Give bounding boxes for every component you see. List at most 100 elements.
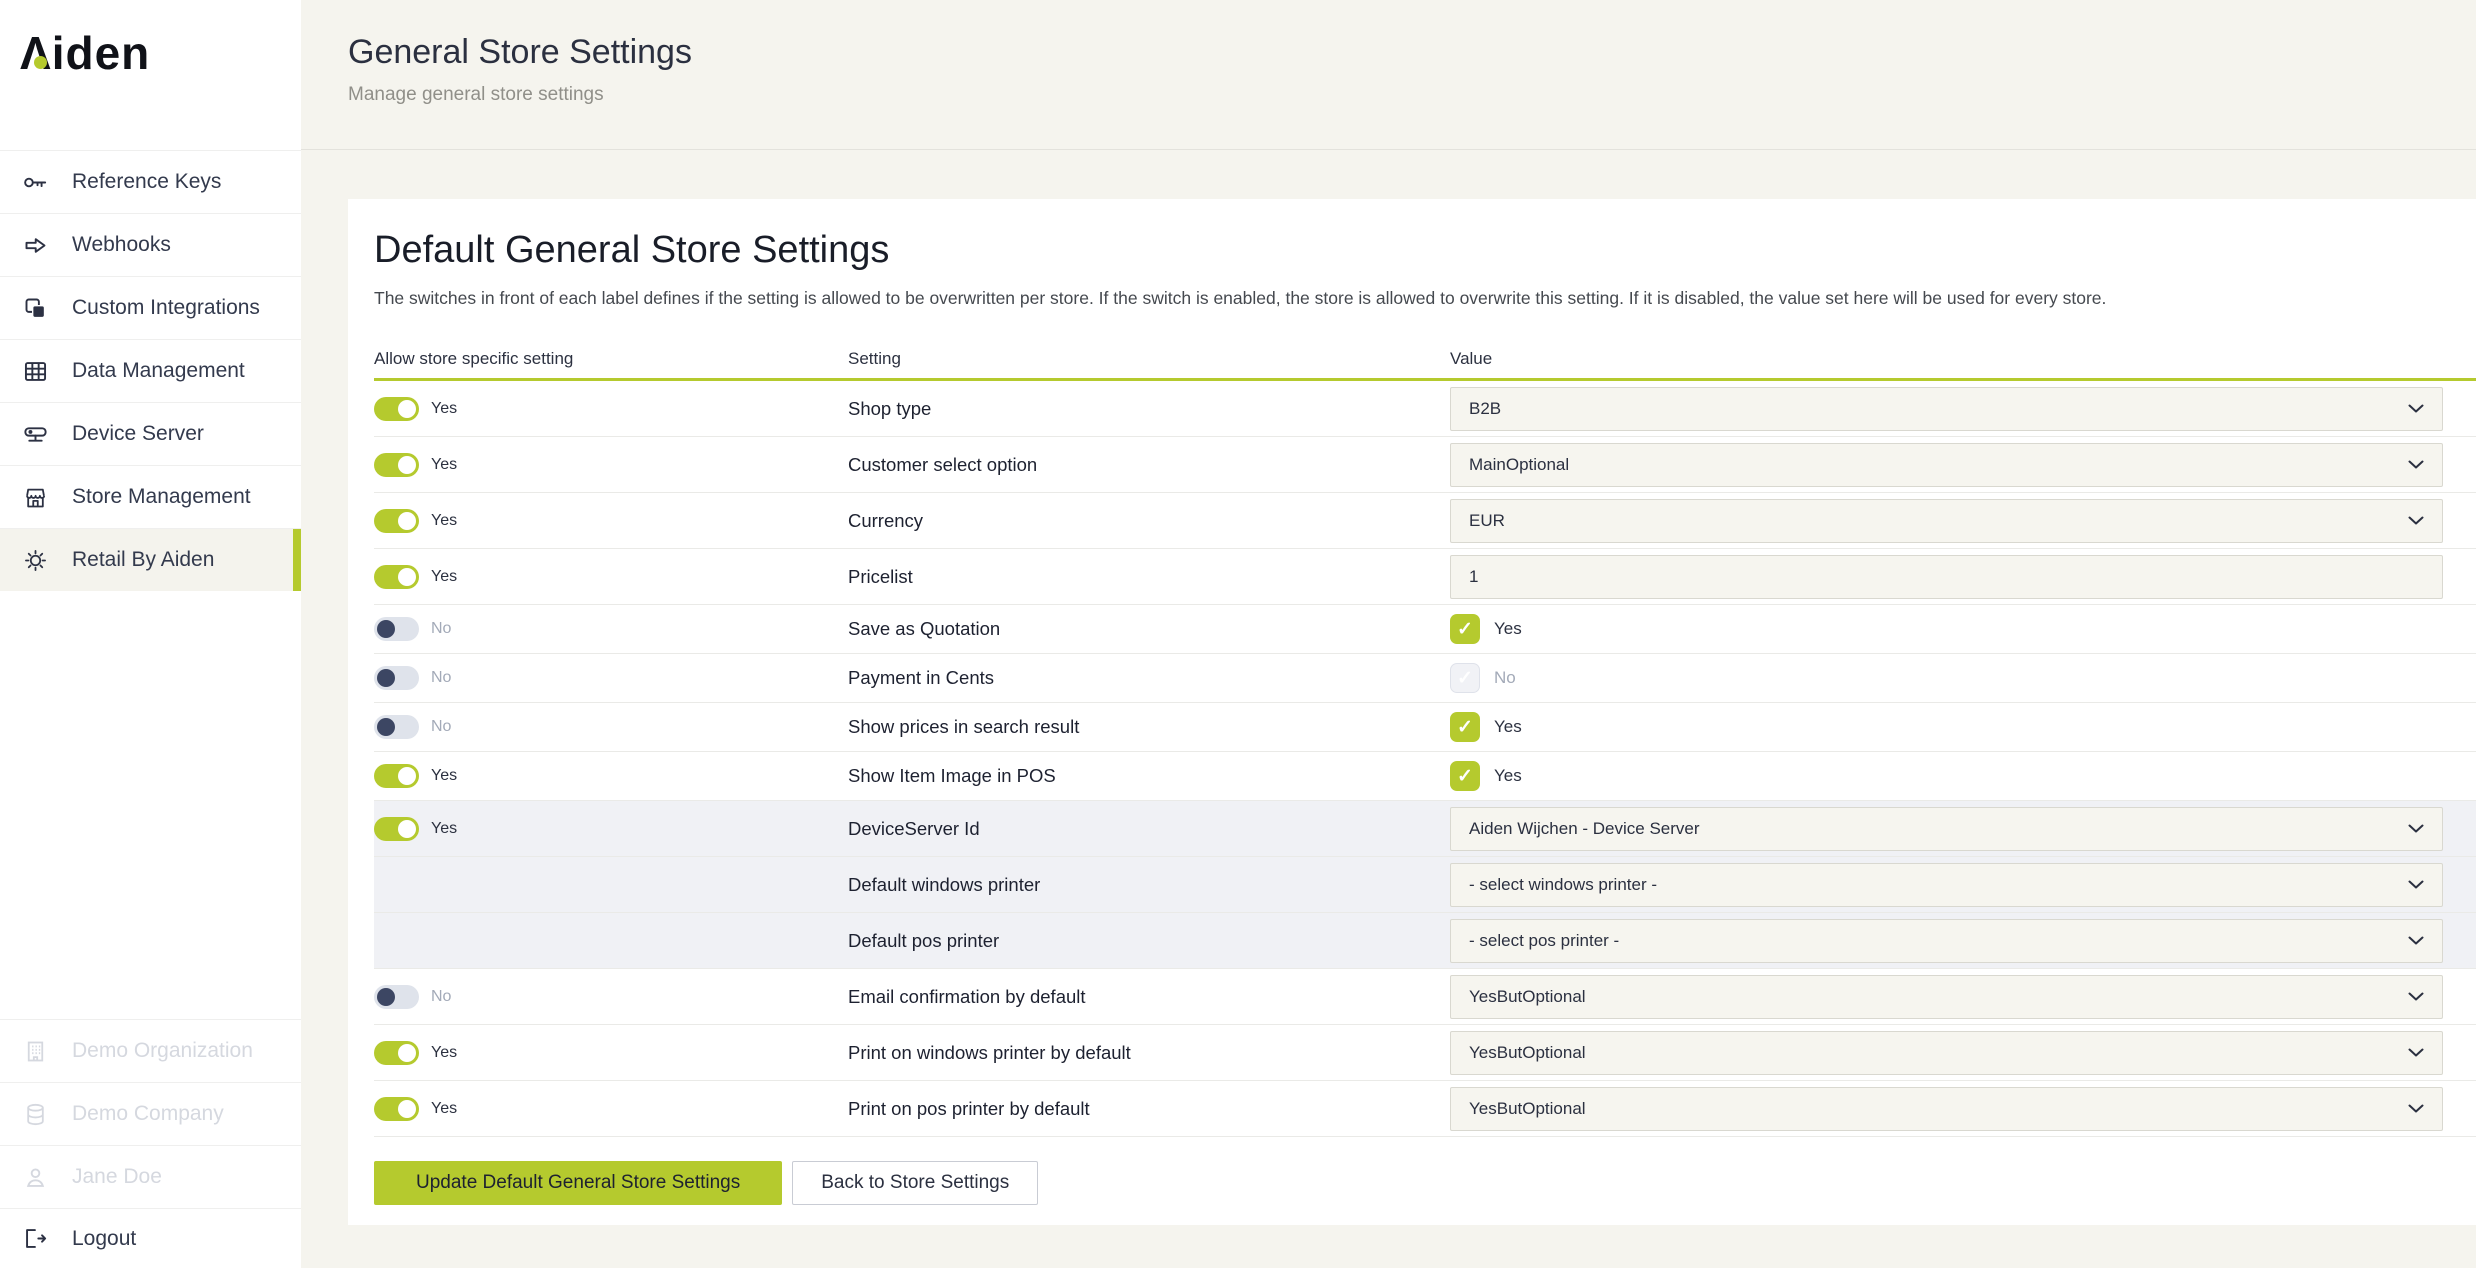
allow-store-toggle[interactable] <box>374 817 419 841</box>
update-settings-button[interactable]: Update Default General Store Settings <box>374 1161 782 1205</box>
value-checkbox[interactable]: ✓ <box>1450 761 1480 791</box>
value-checkbox[interactable]: ✓ <box>1450 663 1480 693</box>
toggle-state-label: Yes <box>431 568 457 586</box>
allow-store-toggle[interactable] <box>374 764 419 788</box>
selected-value: MainOptional <box>1469 455 1569 475</box>
value-cell: ✓ Yes <box>1450 712 2476 742</box>
selected-value: B2B <box>1469 399 1501 419</box>
sidebar-nav: Reference Keys Webhooks Custom Integrati… <box>0 150 301 591</box>
allow-cell: Yes <box>374 453 848 477</box>
sidebar-item-label: Store Management <box>72 485 251 509</box>
value-select[interactable]: YesButOptional <box>1450 1087 2443 1131</box>
allow-store-toggle[interactable] <box>374 565 419 589</box>
allow-store-toggle[interactable] <box>374 666 419 690</box>
sidebar-item-data-management[interactable]: Data Management <box>0 339 301 402</box>
sidebar-item-label: Webhooks <box>72 233 171 257</box>
allow-store-toggle[interactable] <box>374 453 419 477</box>
sidebar-item-demo-company[interactable]: Demo Company <box>0 1082 301 1145</box>
allow-cell: Yes <box>374 764 848 788</box>
logo-dot <box>34 56 47 69</box>
sidebar-item-logout[interactable]: Logout <box>0 1208 301 1268</box>
checkbox-label: Yes <box>1494 766 1522 786</box>
overlap-squares-icon <box>22 295 49 322</box>
logo-text: Λiden <box>20 30 150 76</box>
settings-row-email-confirmation-by-default: No Email confirmation by default YesButO… <box>374 969 2476 1025</box>
toggle-knob <box>398 1100 416 1118</box>
value-cell: YesButOptional <box>1450 1087 2476 1131</box>
value-select[interactable]: YesButOptional <box>1450 1031 2443 1075</box>
allow-store-toggle[interactable] <box>374 1097 419 1121</box>
sidebar-item-jane-doe[interactable]: Jane Doe <box>0 1145 301 1208</box>
allow-store-toggle[interactable] <box>374 397 419 421</box>
sidebar-footer: Demo Organization Demo Company Jane Doe … <box>0 1019 301 1268</box>
allow-store-toggle[interactable] <box>374 715 419 739</box>
sidebar-item-webhooks[interactable]: Webhooks <box>0 213 301 276</box>
value-select[interactable]: MainOptional <box>1450 443 2443 487</box>
setting-label: Show Item Image in POS <box>848 765 1450 787</box>
value-checkbox[interactable]: ✓ <box>1450 614 1480 644</box>
value-select[interactable]: Aiden Wijchen - Device Server <box>1450 807 2443 851</box>
settings-row-print-on-windows-printer-by-default: Yes Print on windows printer by default … <box>374 1025 2476 1081</box>
checkbox-wrap: ✓ Yes <box>1450 614 2443 644</box>
setting-label: Customer select option <box>848 454 1450 476</box>
sidebar-item-custom-integrations[interactable]: Custom Integrations <box>0 276 301 339</box>
toggle-knob <box>398 820 416 838</box>
setting-label: Currency <box>848 510 1450 532</box>
value-select[interactable]: - select windows printer - <box>1450 863 2443 907</box>
value-checkbox[interactable]: ✓ <box>1450 712 1480 742</box>
value-cell: EUR <box>1450 499 2476 543</box>
allow-store-toggle[interactable] <box>374 509 419 533</box>
toggle-knob <box>398 1044 416 1062</box>
chevron-down-icon <box>2408 824 2424 833</box>
value-input[interactable] <box>1469 567 2424 587</box>
allow-cell: No <box>374 617 848 641</box>
settings-row-shop-type: Yes Shop type B2B <box>374 381 2476 437</box>
setting-label: Pricelist <box>848 566 1450 588</box>
sidebar-item-reference-keys[interactable]: Reference Keys <box>0 150 301 213</box>
allow-cell: No <box>374 985 848 1009</box>
toggle-state-label: No <box>431 718 451 736</box>
allow-store-toggle[interactable] <box>374 1041 419 1065</box>
setting-label: Print on windows printer by default <box>848 1042 1450 1064</box>
arrow-right-icon <box>22 232 49 259</box>
value-select[interactable]: B2B <box>1450 387 2443 431</box>
toggle-knob <box>398 767 416 785</box>
value-cell: B2B <box>1450 387 2476 431</box>
toggle-knob <box>398 568 416 586</box>
chevron-down-icon <box>2408 404 2424 413</box>
value-select[interactable]: - select pos printer - <box>1450 919 2443 963</box>
toggle-knob <box>398 456 416 474</box>
sidebar-item-retail-by-aiden[interactable]: Retail By Aiden <box>0 528 301 591</box>
sidebar-item-label: Logout <box>72 1227 136 1251</box>
sidebar-item-store-management[interactable]: Store Management <box>0 465 301 528</box>
table-grid-icon <box>22 358 49 385</box>
value-select[interactable]: EUR <box>1450 499 2443 543</box>
allow-store-toggle[interactable] <box>374 617 419 641</box>
person-icon <box>22 1164 49 1191</box>
setting-label: Email confirmation by default <box>848 986 1450 1008</box>
selected-value: YesButOptional <box>1469 1043 1586 1063</box>
allow-cell: Yes <box>374 1097 848 1121</box>
page-subtitle: Manage general store settings <box>348 84 2476 106</box>
sidebar-item-device-server[interactable]: Device Server <box>0 402 301 465</box>
value-cell: ✓No <box>1450 663 2476 693</box>
selected-value: YesButOptional <box>1469 1099 1586 1119</box>
selected-value: EUR <box>1469 511 1505 531</box>
toggle-state-label: No <box>431 988 451 1006</box>
selected-value: YesButOptional <box>1469 987 1586 1007</box>
value-select[interactable]: YesButOptional <box>1450 975 2443 1019</box>
table-body: Yes Shop type B2B Yes Customer select op… <box>374 381 2476 1137</box>
back-to-store-settings-button[interactable]: Back to Store Settings <box>792 1161 1038 1205</box>
checkbox-label: Yes <box>1494 717 1522 737</box>
allow-store-toggle[interactable] <box>374 985 419 1009</box>
checkbox-label: Yes <box>1494 619 1522 639</box>
toggle-state-label: Yes <box>431 512 457 530</box>
settings-row-pricelist: Yes Pricelist <box>374 549 2476 605</box>
sidebar-item-demo-organization[interactable]: Demo Organization <box>0 1019 301 1082</box>
settings-row-default-pos-printer: Default pos printer - select pos printer… <box>374 913 2476 969</box>
allow-cell: Yes <box>374 817 848 841</box>
chevron-down-icon <box>2408 516 2424 525</box>
value-cell <box>1450 555 2476 599</box>
settings-table: Allow store specific setting Setting Val… <box>374 343 2476 1137</box>
settings-row-save-as-quotation: No Save as Quotation ✓Yes <box>374 605 2476 654</box>
